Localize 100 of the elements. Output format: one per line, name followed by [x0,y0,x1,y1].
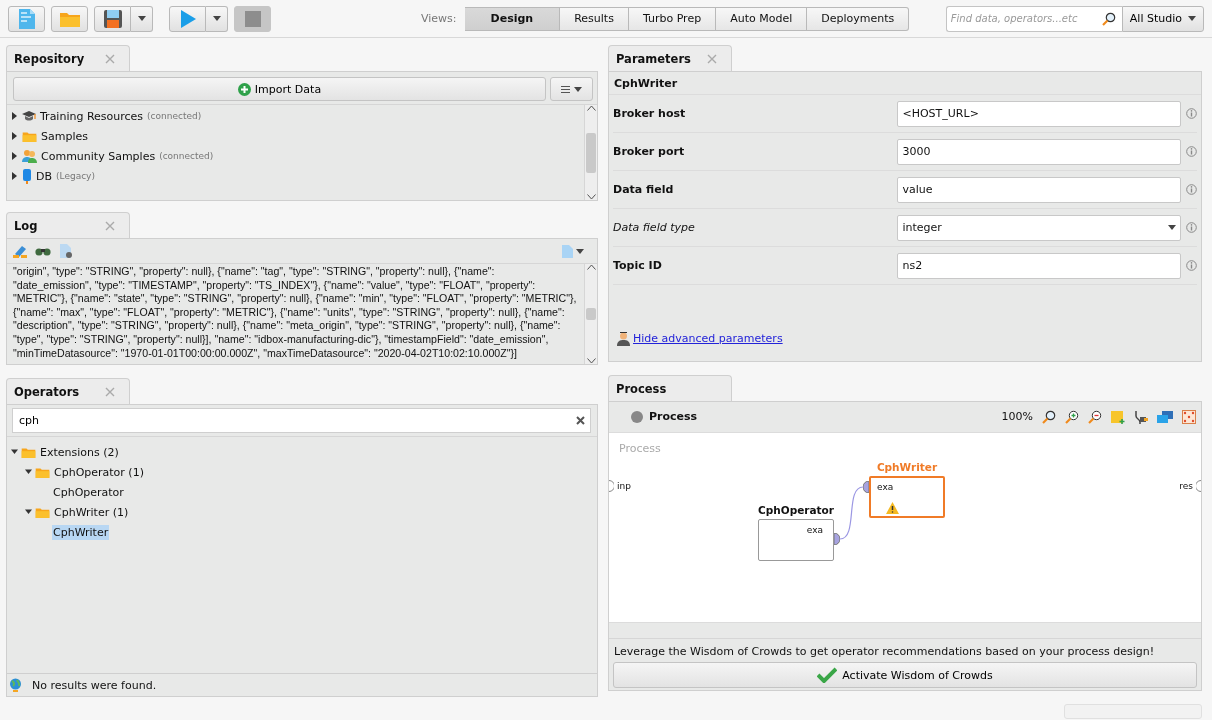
parameter-field[interactable]: ns2 [897,252,1181,279]
repository-item[interactable]: Community Samples [41,149,156,163]
parameter-label: Data field type [613,221,696,234]
port-icon[interactable] [834,532,840,545]
info-icon[interactable] [1186,146,1197,157]
dropdown-button[interactable] [131,5,153,32]
panel-title: Process [616,381,667,396]
parameter-field[interactable]: <HOST_URL> [897,100,1181,127]
close-icon[interactable] [105,53,115,64]
expand-arrow-icon[interactable] [11,152,18,160]
close-icon[interactable] [105,386,115,397]
user-icon [617,330,630,346]
expand-arrow-icon[interactable] [11,132,18,140]
parameter-field[interactable]: 3000 [897,138,1181,165]
expand-arrow-icon[interactable] [25,468,32,476]
advanced-parameters-link[interactable]: Hide advanced parameters [633,331,783,345]
operator-name: CphWriter [609,72,1201,95]
save-button[interactable] [94,5,131,32]
port-icon[interactable] [609,479,614,492]
scope-dropdown[interactable]: All Studio [1121,5,1204,32]
info-icon[interactable] [1186,108,1197,119]
document-icon[interactable] [17,7,36,30]
panel-tab[interactable]: Operators [6,378,130,404]
view-tab[interactable]: Deployments [807,6,910,31]
graduation-cap-icon [22,110,36,122]
caret-icon [574,86,582,92]
info-icon[interactable] [1186,260,1197,271]
operator-item[interactable]: CphWriter [52,524,110,540]
log-line: {"name": "max", "type": "FLOAT", "property": "METRIC"}, {"name": "units", "type": "STRING", "property": null}, {"name": [13,305,565,320]
document-icon[interactable] [59,243,72,259]
repository-item[interactable]: Training Resources [40,109,144,123]
menu-button[interactable] [550,77,593,101]
search-field[interactable]: Find data, operators...etc [945,5,1122,32]
parameter-label: Broker host [613,107,687,120]
caret-icon [576,248,584,254]
port-icon[interactable] [1196,479,1201,492]
menu-icon[interactable] [561,85,570,93]
info-icon[interactable] [1186,222,1197,233]
tree-folder[interactable]: CphWriter (1) [53,504,130,520]
parameter-label: Topic ID [613,259,663,272]
activate-wisdom-button[interactable]: Activate Wisdom of Crowds [613,662,1197,688]
scrollbar-thumb[interactable] [586,132,596,173]
binoculars-icon[interactable] [35,246,51,256]
parameter-field[interactable]: value [897,176,1181,203]
panel-tab[interactable]: Parameters [608,45,732,71]
port-label: exa [877,481,894,492]
scroll-down-icon[interactable] [586,358,596,364]
expand-arrow-icon[interactable] [11,112,18,120]
log-line: "minTimeDatasource": "1970-01-01T00:00:00.000Z", "maxTimeDatasource": "2020-04-02T10:02:10.000Z"}] [13,346,517,361]
expand-arrow-icon[interactable] [11,448,18,456]
repository-item[interactable]: DB [36,169,53,183]
info-icon[interactable] [1186,184,1197,195]
play-icon[interactable] [179,8,196,29]
plus-icon[interactable] [237,82,251,96]
operator-node[interactable]: exa [758,518,834,561]
tree-folder[interactable]: Extensions (2) [39,444,120,460]
new-button[interactable] [8,5,45,32]
caret-icon [137,16,146,21]
status-text: No results were found. [32,678,157,692]
clear-icon[interactable] [576,416,585,425]
panel-tab[interactable]: Log [6,212,130,238]
log-line: "type", "type": "STRING", "property": null}], "name": "idbox-manufacturing-dic"}, "timestampField": "date_emission", [13,332,549,347]
scrollbar-thumb[interactable] [586,308,596,320]
import-data-button[interactable]: Import Data [13,77,546,101]
eraser-icon[interactable] [13,244,27,258]
scroll-down-icon[interactable] [586,194,596,200]
zoom-in-icon[interactable] [1065,409,1079,424]
scrollbar[interactable] [584,264,597,364]
panel-tab[interactable]: Repository [6,45,130,71]
layers-icon[interactable] [1157,410,1173,423]
dropdown-button[interactable] [206,5,228,32]
close-icon[interactable] [707,53,717,64]
search-icon[interactable] [1042,409,1056,424]
breadcrumb[interactable]: Process [649,410,698,424]
scroll-up-icon[interactable] [586,105,596,111]
recommendation-message: Leverage the Wisdom of Crowds to get operator recommendations based on your process design! [613,644,1156,661]
close-icon[interactable] [105,220,115,231]
expand-arrow-icon[interactable] [11,172,18,180]
parameter-dropdown[interactable]: integer [897,214,1181,241]
repository-item[interactable]: Samples [41,129,88,143]
search-field[interactable]: cph [12,408,591,433]
operator-node[interactable]: exa [869,475,945,518]
view-tab[interactable]: Auto Model [716,6,808,31]
zoom-out-icon[interactable] [1088,409,1102,424]
search-icon [1101,11,1116,26]
view-tab[interactable]: Turbo Prep [628,6,717,31]
scrollbar[interactable] [584,105,597,200]
note-icon[interactable] [1111,409,1125,424]
panel-tab[interactable]: Process [608,375,732,401]
plug-icon[interactable] [1134,409,1148,424]
warning-icon[interactable] [886,501,899,514]
port-icon[interactable] [863,480,869,493]
folder-icon [21,445,36,459]
operator-item[interactable]: CphOperator [52,484,125,500]
scroll-up-icon[interactable] [586,264,596,270]
view-tab[interactable]: Design [464,6,561,31]
expand-arrow-icon[interactable] [25,508,32,516]
tree-folder[interactable]: CphOperator (1) [53,464,145,480]
grid-icon[interactable] [1182,409,1196,424]
view-tab[interactable]: Results [560,6,629,31]
